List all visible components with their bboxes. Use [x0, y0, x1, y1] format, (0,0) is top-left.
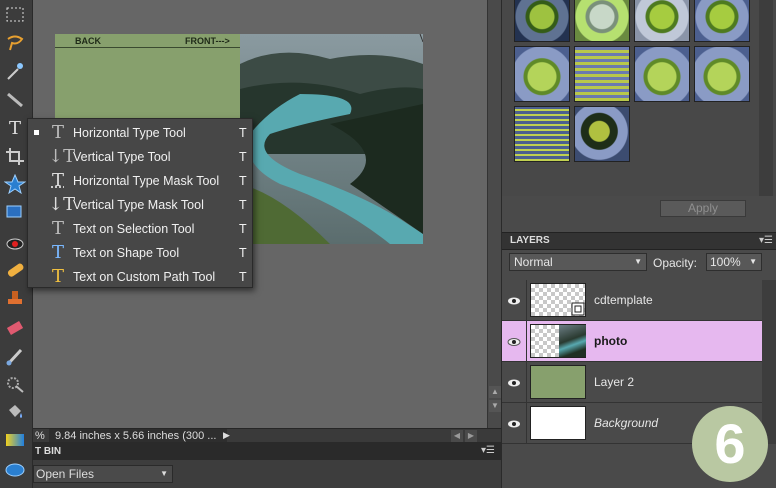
- menu-item-horizontal-type-mask-tool[interactable]: T Horizontal Type Mask Tool T: [28, 169, 252, 193]
- chevron-down-icon: ▼: [749, 257, 757, 266]
- marquee-tool-icon[interactable]: [2, 4, 28, 26]
- blend-mode-dropdown[interactable]: Normal ▼: [509, 253, 647, 271]
- brush-tool-icon[interactable]: [2, 345, 28, 367]
- effect-thumbnail[interactable]: [694, 46, 750, 102]
- menu-item-text-on-selection-tool[interactable]: T Text on Selection Tool T: [28, 217, 252, 241]
- effect-thumbnail[interactable]: [574, 46, 630, 102]
- vertical-type-icon: ↓T: [48, 146, 76, 167]
- bin-files-dropdown[interactable]: Open Files ▼: [33, 465, 173, 483]
- paint-bucket-tool-icon[interactable]: [2, 401, 28, 423]
- layer-name: cdtemplate: [594, 293, 653, 307]
- layer-thumbnail: [530, 365, 586, 399]
- gradient-tool-icon[interactable]: [2, 429, 28, 451]
- effects-apply-row: Apply: [502, 196, 776, 230]
- project-bin: Open Files ▼: [33, 460, 501, 488]
- layer-name: Background: [594, 416, 659, 430]
- blend-mode-value: Normal: [514, 255, 553, 269]
- custom-shape-tool-icon[interactable]: [2, 173, 28, 195]
- effect-thumbnail[interactable]: [574, 106, 630, 162]
- eraser-tool-icon[interactable]: [2, 317, 28, 339]
- opacity-label: Opacity:: [653, 256, 698, 270]
- scroll-right-button[interactable]: ▶: [465, 430, 477, 442]
- project-bin-title: T BIN: [35, 445, 62, 457]
- effects-panel: [502, 0, 776, 196]
- layer-row-cdtemplate[interactable]: cdtemplate: [502, 280, 762, 321]
- panel-menu-icon[interactable]: ▾☰: [759, 233, 773, 249]
- visibility-eye-icon[interactable]: [502, 321, 527, 362]
- panel-divider: [55, 47, 240, 48]
- type-tool-flyout-menu: T Horizontal Type Tool T ↓T Vertical Typ…: [27, 118, 253, 288]
- red-eye-tool-icon[interactable]: [2, 233, 28, 255]
- chevron-down-icon: ▼: [160, 469, 168, 478]
- effects-scrollbar[interactable]: [759, 0, 773, 196]
- effect-thumbnail[interactable]: [514, 0, 570, 42]
- layer-link-icon: [571, 302, 585, 316]
- canvas-vertical-scrollbar[interactable]: ▲ ▼: [487, 0, 501, 428]
- layer-row-photo[interactable]: photo: [502, 321, 762, 362]
- menu-item-text-on-shape-tool[interactable]: T Text on Shape Tool T: [28, 241, 252, 265]
- menu-item-vertical-type-tool[interactable]: ↓T Vertical Type Tool T: [28, 145, 252, 169]
- visibility-eye-icon[interactable]: [502, 280, 527, 321]
- layer-name: photo: [594, 334, 628, 348]
- smart-brush-tool-icon[interactable]: [2, 373, 28, 395]
- type-mask-icon: T: [51, 170, 64, 191]
- type-tool-icon[interactable]: T: [2, 117, 28, 139]
- scroll-left-button[interactable]: ◀: [451, 430, 463, 442]
- step-number-badge: 6: [692, 406, 768, 482]
- text-on-shape-icon: T: [51, 242, 64, 263]
- layers-panel-header: LAYERS ▾☰: [502, 232, 776, 250]
- magic-wand-tool-icon[interactable]: [2, 60, 28, 82]
- zoom-level[interactable]: %: [33, 430, 47, 442]
- panel-menu-icon[interactable]: ▾☰: [481, 445, 495, 456]
- healing-brush-tool-icon[interactable]: [2, 259, 28, 281]
- scroll-down-button[interactable]: ▼: [489, 400, 501, 412]
- quick-selection-tool-icon[interactable]: [2, 88, 28, 110]
- menu-item-horizontal-type-tool[interactable]: T Horizontal Type Tool T: [28, 121, 252, 145]
- clone-stamp-tool-icon[interactable]: [2, 287, 28, 309]
- river-photo: [240, 34, 423, 244]
- layer-thumbnail: [530, 283, 586, 317]
- menu-item-text-on-custom-path-tool[interactable]: T Text on Custom Path Tool T: [28, 265, 252, 289]
- opacity-value: 100%: [710, 255, 741, 269]
- shape-tool-icon[interactable]: [2, 201, 28, 223]
- lasso-tool-icon[interactable]: [2, 32, 28, 54]
- layers-scrollbar[interactable]: [762, 280, 776, 444]
- layer-thumbnail: [530, 324, 586, 358]
- effect-thumbnail[interactable]: [574, 0, 630, 42]
- visibility-eye-icon[interactable]: [502, 403, 527, 444]
- effect-thumbnail[interactable]: [634, 0, 690, 42]
- crop-tool-icon[interactable]: [2, 145, 28, 167]
- effect-thumbnail[interactable]: [514, 46, 570, 102]
- type-icon: T: [51, 122, 64, 143]
- text-on-selection-icon: T: [51, 218, 64, 239]
- layers-title: LAYERS: [510, 235, 550, 246]
- effect-thumbnail[interactable]: [514, 106, 570, 162]
- layer-row-layer-2[interactable]: Layer 2: [502, 362, 762, 403]
- visibility-eye-icon[interactable]: [502, 362, 527, 403]
- back-label: BACK: [75, 35, 101, 46]
- status-menu-arrow-icon[interactable]: ▶: [223, 430, 230, 441]
- front-label: FRONT--->: [185, 35, 230, 46]
- vertical-type-mask-icon: ↓T: [48, 194, 76, 215]
- layer-name: Layer 2: [594, 375, 635, 389]
- ellipse-shape-tool-icon[interactable]: [2, 459, 28, 481]
- opacity-field[interactable]: 100% ▼: [706, 253, 762, 271]
- document-size-info: 9.84 inches x 5.66 inches (300 ...: [49, 429, 227, 443]
- bin-files-value: Open Files: [36, 467, 95, 481]
- text-on-path-icon: T: [51, 266, 64, 287]
- selected-bullet-icon: [34, 130, 39, 135]
- project-bin-header: T BIN ▾☰: [33, 442, 501, 460]
- effect-thumbnail[interactable]: [634, 46, 690, 102]
- chevron-down-icon: ▼: [634, 257, 642, 266]
- layer-thumbnail: [530, 406, 586, 440]
- status-bar: % 9.84 inches x 5.66 inches (300 ... ▶ ◀…: [33, 428, 501, 443]
- apply-button[interactable]: Apply: [660, 200, 746, 217]
- scroll-up-button[interactable]: ▲: [489, 386, 501, 398]
- menu-item-vertical-type-mask-tool[interactable]: ↓T Vertical Type Mask Tool T: [28, 193, 252, 217]
- effect-thumbnail[interactable]: [694, 0, 750, 42]
